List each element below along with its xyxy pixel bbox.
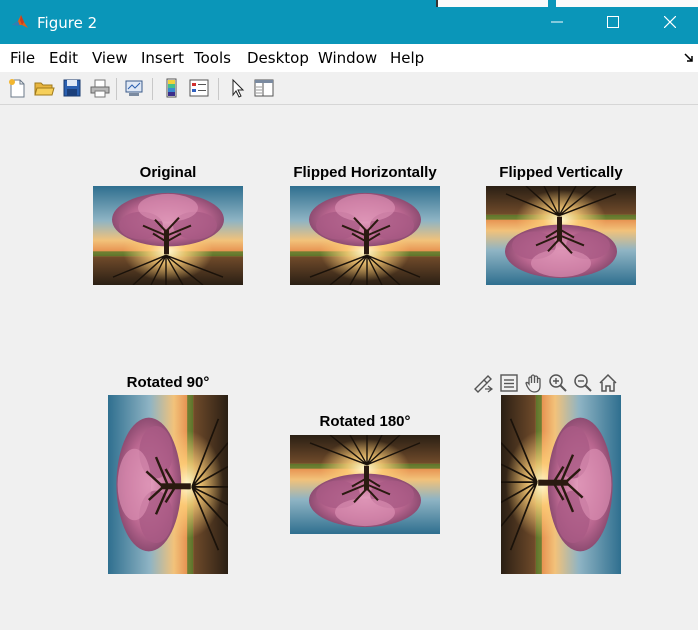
close-icon (664, 16, 676, 28)
new-figure-icon[interactable] (6, 77, 28, 99)
toolbar-separator (218, 78, 219, 100)
subplot-title-rotated-90: Rotated 90° (126, 374, 210, 391)
menu-insert[interactable]: Insert (141, 49, 184, 67)
property-inspector-icon[interactable] (253, 77, 275, 99)
link-plot-icon[interactable] (123, 77, 145, 99)
rotated-90-image (108, 395, 228, 574)
insert-colorbar-icon[interactable] (161, 77, 183, 99)
edit-plot-icon[interactable] (226, 77, 248, 99)
menu-help[interactable]: Help (390, 49, 424, 67)
menu-file[interactable]: File (10, 49, 35, 67)
zoom-out-icon[interactable] (572, 372, 594, 394)
original-image (93, 186, 243, 285)
print-icon[interactable] (89, 77, 111, 99)
menu-tools[interactable]: Tools (194, 49, 231, 67)
toolbar-separator (116, 78, 117, 100)
save-icon[interactable] (61, 77, 83, 99)
menu-view[interactable]: View (92, 49, 128, 67)
menu-bar: File Edit View Insert Tools Desktop Wind… (0, 44, 698, 72)
subplot-title-original: Original (139, 164, 197, 181)
menu-window[interactable]: Window (318, 49, 377, 67)
maximize-icon (607, 16, 619, 28)
menu-edit[interactable]: Edit (49, 49, 78, 67)
matlab-logo-icon (12, 15, 28, 28)
window-title: Figure 2 (37, 14, 98, 32)
subplot-title-flipped-horizontally: Flipped Horizontally (293, 164, 437, 181)
insert-legend-icon[interactable] (188, 77, 210, 99)
figure-toolbar (0, 72, 698, 105)
pan-icon[interactable] (523, 372, 545, 394)
flipped-horizontally-image (290, 186, 440, 285)
subplot-title-flipped-vertically: Flipped Vertically (499, 164, 623, 181)
subplot-title-rotated-180: Rotated 180° (319, 413, 411, 430)
open-file-icon[interactable] (33, 77, 55, 99)
minimize-icon (551, 21, 563, 23)
rotated-180-image (290, 435, 440, 534)
zoom-in-icon[interactable] (547, 372, 569, 394)
background-window-strip (438, 0, 548, 7)
flipped-vertically-image (486, 186, 636, 285)
menu-desktop[interactable]: Desktop (247, 49, 309, 67)
data-tips-icon[interactable] (498, 372, 520, 394)
toolbar-separator (152, 78, 153, 100)
restore-view-icon[interactable] (597, 372, 619, 394)
rotated-270-image (501, 395, 621, 574)
figure-window: Figure 2 File Edit View Insert Tools Des… (0, 0, 698, 630)
dock-arrow-icon[interactable] (684, 53, 694, 63)
brush-icon[interactable] (472, 372, 494, 394)
background-window-strip (556, 0, 698, 7)
